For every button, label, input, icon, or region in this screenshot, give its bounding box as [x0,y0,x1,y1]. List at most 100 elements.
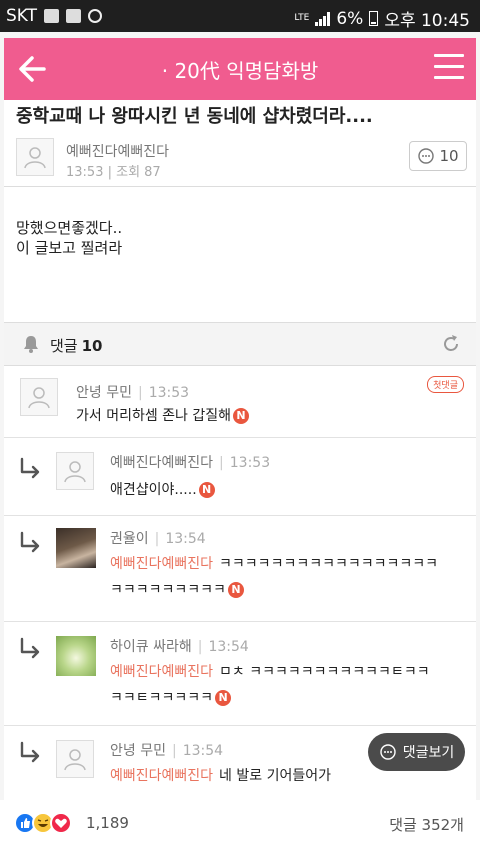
comment-count: 10 [439,147,459,165]
comment-avatar [56,452,94,490]
network-label: LTE [294,13,310,23]
comments-label: 댓글 10 [50,335,102,356]
post-body-line: 이 글보고 찔려라 [16,239,123,257]
reactions-footer: 1,189 댓글 352개 [0,800,480,853]
author-avatar [16,138,54,176]
comments-label-count: 10 [81,337,103,355]
status-bar: SKT LTE 6% 오후 10:45 [0,0,480,32]
divider [4,186,476,187]
comments-total-count[interactable]: 댓글 352개 [389,814,464,835]
comment-author[interactable]: 안녕 무민 [110,743,166,759]
comment-count-button[interactable]: 10 [409,141,467,171]
comment-author-row: 안녕 무민 | 13:54 [110,740,223,760]
post-body: 망했으면좋겠다.. 이 글보고 찔려라 [16,218,122,258]
comment-text-content: 네 발로 기어들어가 [219,768,331,784]
battery-icon [369,11,379,26]
reply-arrow-icon [20,531,40,553]
comment-time: 13:54 [165,531,206,547]
comment-author[interactable]: 예뻐진다예뻐진다 [110,455,213,471]
hamburger-menu-icon[interactable] [434,54,464,82]
separator: | [154,531,160,547]
comment-text-content: 가서 머리하셈 존나 갑질해 [76,408,232,424]
speech-bubble-icon [418,148,435,164]
new-badge-icon: N [227,582,244,598]
new-badge-icon: N [233,408,250,424]
comment-text-content: ㅁㅊ ㅋㅋㅋㅋㅋㅋㅋㅋㅋㅋㅋㅌㅋㅋ [219,664,430,680]
comment-mention[interactable]: 예뻐진다예뻐진다 [110,768,213,784]
comment-mention[interactable]: 예뻐진다예뻐진다 [110,664,213,680]
speech-bubble-icon [380,744,396,760]
sim-icon [44,9,60,23]
comment-author-row: 안녕 무민 | 13:53 [76,382,189,402]
view-comments-label: 댓글보기 [402,745,455,761]
comment-text-line2: ㅋㅋㅋㅋㅋㅋㅋㅋㅋ N [110,578,244,602]
comment-avatar [20,378,58,416]
post-card: · 20代 익명담화방 중학교때 나 왕따시킨 년 동네에 샵차렸더라.... … [4,38,476,824]
bell-icon[interactable] [22,334,40,354]
default-avatar-icon [24,147,46,169]
new-badge-icon: N [198,482,215,498]
app-header: · 20代 익명담화방 [4,38,476,100]
comment-text-line2: ㅋㅋㅌㅋㅋㅋㅋㅋ N [110,686,232,710]
default-avatar-icon [64,749,86,771]
comment-mention[interactable]: 예뻐진다예뻐진다 [110,556,213,572]
comment-author-row: 예뻐진다예뻐진다 | 13:53 [110,452,270,472]
app-notification-icon [88,9,103,23]
comment-author-row: 권율이 | 13:54 [110,528,206,548]
comment-avatar [56,740,94,778]
post-title: 중학교때 나 왕따시킨 년 동네에 샵차렸더라.... [16,106,373,127]
post-author-row: 예뻐진다예뻐진다 13:53 | 조회 87 10 [16,138,476,184]
separator: | [137,385,143,401]
post-author-name[interactable]: 예뻐진다예뻐진다 [66,141,169,161]
reactions-count[interactable]: 1,189 [86,814,129,832]
battery-percent: 6% [336,8,364,29]
view-comments-button[interactable]: 댓글보기 [368,733,465,771]
carrier-label: SKT [6,6,38,26]
reply-item: 예뻐진다예뻐진다 | 13:53 애견샵이야..... N [4,438,476,516]
signal-icon [315,11,331,26]
comment-item: 안녕 무민 | 13:53 첫댓글 가서 머리하셈 존나 갑질해 N [4,366,476,438]
user-photo-avatar [56,636,96,676]
comment-author[interactable]: 권율이 [110,531,149,547]
image-notification-icon [66,9,82,23]
comment-text-content: ㅋㅋㅌㅋㅋㅋㅋㅋ [110,690,214,706]
reply-arrow-icon [20,637,40,659]
comment-time: 13:54 [208,639,249,655]
separator: | [171,743,177,759]
comment-author[interactable]: 안녕 무민 [76,385,132,401]
page: · 20代 익명담화방 중학교때 나 왕따시킨 년 동네에 샵차렸더라.... … [0,32,480,853]
comment-text: 예뻐진다예뻐진다 ㅋㅋㅋㅋㅋㅋㅋㅋㅋㅋㅋㅋㅋㅋㅋㅋㅋ [110,552,438,576]
reply-arrow-icon [20,457,40,479]
board-title: · 20代 익명담화방 [161,59,319,83]
separator: | [219,455,224,471]
first-comment-badge: 첫댓글 [427,376,464,393]
comment-text-content: 애견샵이야..... [110,482,197,498]
comment-time: 13:54 [182,743,224,759]
comment-text: 가서 머리하셈 존나 갑질해 N [76,404,250,428]
comment-author[interactable]: 하이큐 싸라해 [110,639,192,655]
refresh-icon[interactable] [440,333,462,355]
comment-text: 애견샵이야..... N [110,478,215,502]
user-photo-avatar [56,528,96,568]
reactions-group[interactable] [14,812,72,834]
comments-label-text: 댓글 [50,337,78,355]
comment-text: 예뻐진다예뻐진다 ㅁㅊ ㅋㅋㅋㅋㅋㅋㅋㅋㅋㅋㅋㅌㅋㅋ [110,660,430,684]
comment-text-content: ㅋㅋㅋㅋㅋㅋㅋㅋㅋㅋㅋㅋㅋㅋㅋㅋㅋ [219,556,439,572]
post-body-line: 망했으면좋겠다.. [16,219,123,237]
reply-item: 하이큐 싸라해 | 13:54 예뻐진다예뻐진다 ㅁㅊ ㅋㅋㅋㅋㅋㅋㅋㅋㅋㅋㅋㅌㅋㅋ … [4,622,476,726]
comments-header: 댓글 10 [4,322,476,366]
love-reaction-icon [50,812,72,834]
reply-item: 권율이 | 13:54 예뻐진다예뻐진다 ㅋㅋㅋㅋㅋㅋㅋㅋㅋㅋㅋㅋㅋㅋㅋㅋㅋ ㅋㅋㅋㅋ… [4,516,476,622]
comment-text-content: ㅋㅋㅋㅋㅋㅋㅋㅋㅋ [110,582,226,598]
new-badge-icon: N [215,690,232,706]
separator: | [197,639,203,655]
comment-time: 13:53 [229,455,271,471]
comment-text: 예뻐진다예뻐진다 네 발로 기어들어가 [110,764,331,788]
clock: 오후 10:45 [384,11,470,31]
comment-author-row: 하이큐 싸라해 | 13:54 [110,636,249,656]
default-avatar-icon [28,387,50,409]
reply-arrow-icon [20,741,40,763]
comment-time: 13:53 [148,385,190,401]
default-avatar-icon [64,461,86,483]
post-meta: 13:53 | 조회 87 [66,165,161,180]
